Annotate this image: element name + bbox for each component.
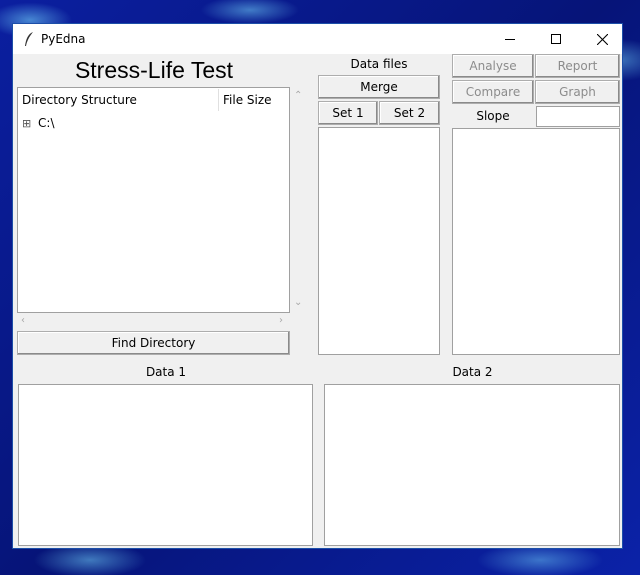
tree-vertical-scrollbar[interactable]: ⌃ ⌄ xyxy=(292,87,305,313)
minimize-icon xyxy=(505,39,515,40)
merge-button[interactable]: Merge xyxy=(318,75,440,99)
column-header-directory[interactable]: Directory Structure xyxy=(22,88,137,112)
data1-label: Data 1 xyxy=(145,365,187,379)
app-window: PyEdna Stress-Life Test Directory Struct… xyxy=(12,23,623,549)
tree-item-label: C:\ xyxy=(38,116,55,130)
tree-horizontal-scrollbar[interactable]: ‹ › xyxy=(17,315,290,328)
slope-label: Slope xyxy=(476,109,510,123)
directory-tree[interactable]: Directory Structure File Size ⊞ C:\ xyxy=(17,87,290,313)
data-files-label: Data files xyxy=(350,57,408,71)
data-files-list[interactable] xyxy=(318,127,440,355)
feather-icon xyxy=(25,32,33,46)
results-list[interactable] xyxy=(452,128,620,355)
page-title: Stress-Life Test xyxy=(74,57,234,83)
expand-icon[interactable]: ⊞ xyxy=(22,117,31,130)
data1-text-area[interactable] xyxy=(18,384,313,546)
slope-input[interactable] xyxy=(536,106,620,127)
column-divider[interactable] xyxy=(218,89,219,111)
graph-button[interactable]: Graph xyxy=(535,80,620,104)
set2-button[interactable]: Set 2 xyxy=(379,101,440,125)
maximize-button[interactable] xyxy=(533,24,579,54)
maximize-icon xyxy=(551,34,561,44)
column-header-file-size[interactable]: File Size xyxy=(223,88,272,112)
window-title: PyEdna xyxy=(41,32,86,46)
find-directory-button[interactable]: Find Directory xyxy=(17,331,290,355)
scroll-left-icon[interactable]: ‹ xyxy=(21,315,25,326)
title-bar[interactable]: PyEdna xyxy=(13,24,622,54)
set1-button[interactable]: Set 1 xyxy=(318,101,378,125)
scroll-down-icon[interactable]: ⌄ xyxy=(294,297,302,308)
close-button[interactable] xyxy=(579,24,625,54)
data2-text-area[interactable] xyxy=(324,384,620,546)
scroll-right-icon[interactable]: › xyxy=(279,315,283,326)
data2-label: Data 2 xyxy=(452,365,493,379)
window-content: Stress-Life Test Directory Structure Fil… xyxy=(13,54,622,548)
analyse-button[interactable]: Analyse xyxy=(452,54,534,78)
close-icon xyxy=(596,33,608,45)
scroll-up-icon[interactable]: ⌃ xyxy=(294,90,302,101)
compare-button[interactable]: Compare xyxy=(452,80,534,104)
report-button[interactable]: Report xyxy=(535,54,620,78)
minimize-button[interactable] xyxy=(487,24,533,54)
tree-item-root[interactable]: ⊞ C:\ xyxy=(22,115,55,131)
